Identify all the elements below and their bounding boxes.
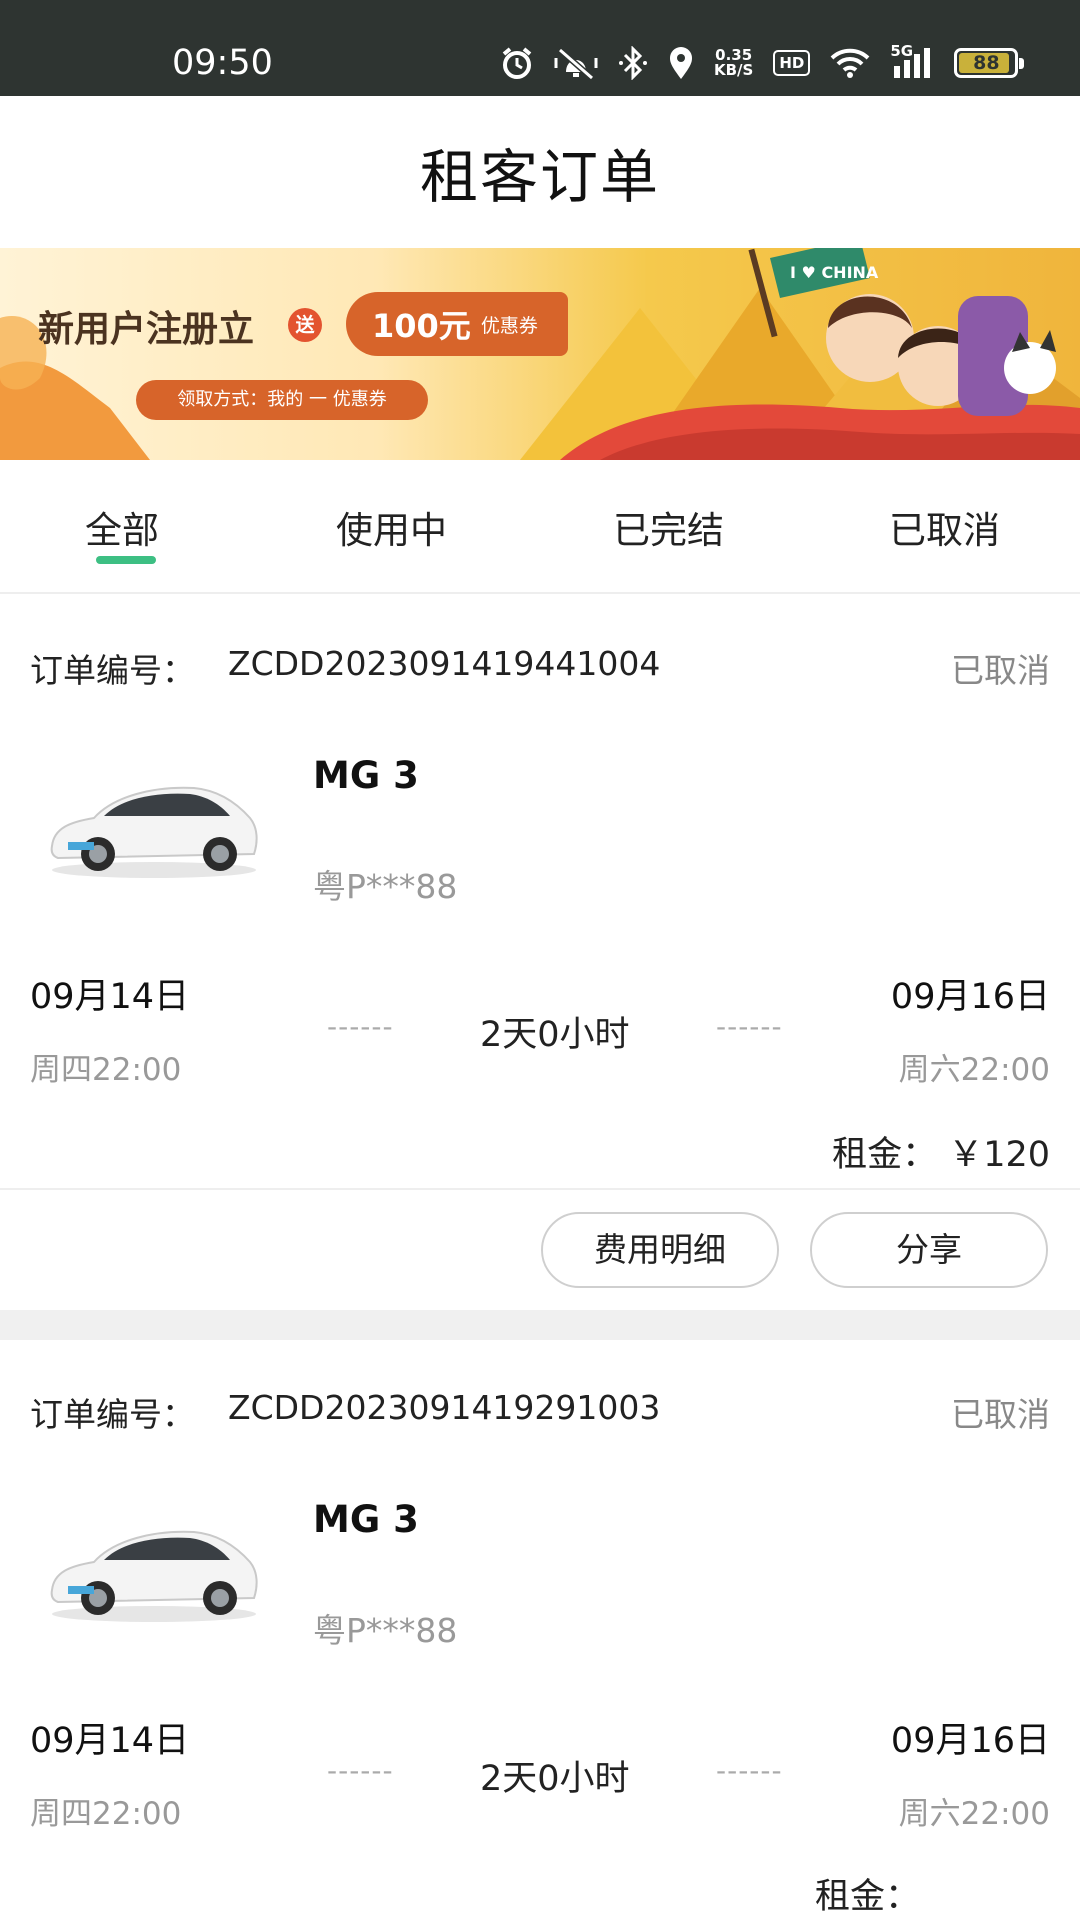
rent-amount: 租金： [814,1877,920,1917]
start-date: 09月14日 [30,977,190,1017]
rental-duration: 2天0小时 [480,1759,630,1799]
order-status: 已取消 [951,651,1050,690]
car-name: MG 3 [313,754,419,797]
order-number: ZCDD2023091419441004 [228,644,661,683]
coupon-amount: 100元 优惠券 [346,292,568,356]
promo-banner[interactable]: I ♥ CHINA 新用户注册立 送 100元 优惠券 领取方式：我的 一 优惠… [0,248,1080,460]
start-time: 周四22:00 [30,1052,182,1088]
active-tab-indicator [96,556,156,564]
tab-cancelled[interactable]: 已取消 [889,500,1000,554]
dash-left: ------ [327,1754,394,1787]
order-card[interactable]: 订单编号： ZCDD2023091419291003 已取消 MG 3 粤P**… [0,1340,1080,1920]
rent-amount: 租金： ￥120 [832,1135,1050,1175]
card-separator [0,1310,1080,1340]
cellular-signal: 5G [890,42,934,80]
location-icon [670,47,692,79]
end-time: 周六22:00 [898,1052,1050,1088]
car-image [50,1530,258,1622]
car-image [50,786,258,878]
license-plate: 粤P***88 [313,1611,458,1650]
order-number: ZCDD2023091419291003 [228,1388,661,1427]
network-speed: 0.35 KB/S [714,46,754,79]
signal-icon [894,48,931,78]
end-time: 周六22:00 [898,1796,1050,1832]
card-divider [0,1188,1080,1190]
status-bar: 09:50 0.35 KB/S HD 5G 88 [0,0,1080,96]
status-icons: 0.35 KB/S HD 5G 88 [500,40,1025,86]
send-badge: 送 [288,308,322,342]
end-date: 09月16日 [890,1721,1050,1761]
rental-duration: 2天0小时 [480,1015,630,1055]
alarm-icon [502,47,532,79]
header: 租客订单 [0,96,1080,248]
order-card[interactable]: 订单编号： ZCDD2023091419441004 已取消 MG 3 粤P**… [0,596,1080,1310]
fee-details-button[interactable]: 费用明细 [541,1212,779,1288]
battery-icon: 88 [954,48,1025,78]
order-status: 已取消 [951,1395,1050,1434]
mute-vibrate-icon [554,47,598,80]
order-number-label: 订单编号： [30,651,195,690]
start-date: 09月14日 [30,1721,190,1761]
page-title: 租客订单 [419,143,660,211]
share-button[interactable]: 分享 [810,1212,1048,1288]
wifi-icon [830,48,870,78]
start-time: 周四22:00 [30,1796,182,1832]
order-tabs: 全部 使用中 已完结 已取消 [0,460,1080,594]
car-name: MG 3 [313,1498,419,1541]
claim-method: 领取方式：我的 一 优惠券 [136,380,428,420]
svg-text:I ♥ CHINA: I ♥ CHINA [790,263,879,282]
tab-completed[interactable]: 已完结 [613,500,724,554]
tab-in-use[interactable]: 使用中 [336,500,447,554]
banner-headline: 新用户注册立 [38,309,255,350]
dash-left: ------ [327,1010,394,1043]
dash-right: ------ [716,1010,783,1043]
dash-right: ------ [716,1754,783,1787]
bluetooth-icon [619,46,647,80]
status-time: 09:50 [172,43,273,83]
order-number-label: 订单编号： [30,1395,195,1434]
license-plate: 粤P***88 [313,867,458,906]
tab-all[interactable]: 全部 [85,500,159,554]
hd-badge: HD [773,50,811,76]
end-date: 09月16日 [890,977,1050,1017]
